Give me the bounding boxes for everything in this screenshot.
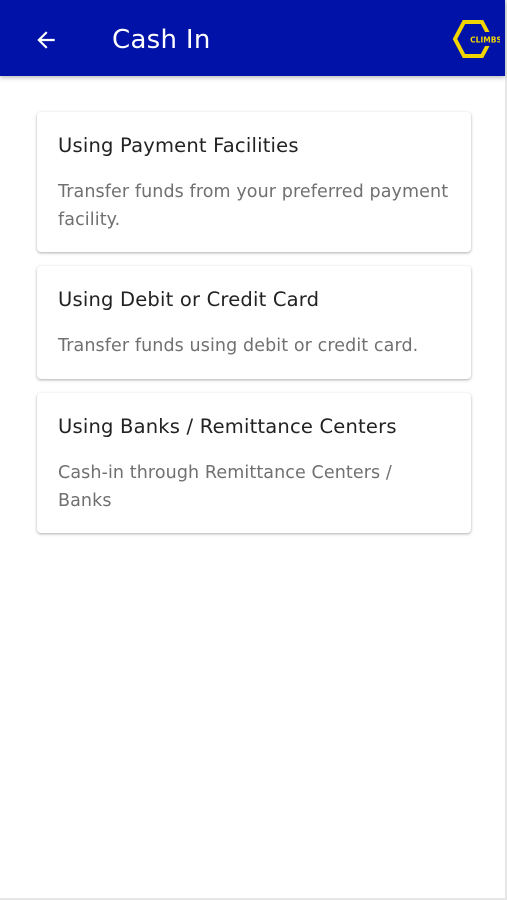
option-description: Transfer funds from your preferred payme…	[58, 182, 449, 230]
option-description: Transfer funds using debit or credit car…	[58, 336, 419, 356]
app-bar: Cash In CLIMBS	[0, 0, 505, 76]
svg-text:CLIMBS: CLIMBS	[470, 36, 500, 45]
app-screen: Cash In CLIMBS Using Payment Facilities …	[0, 0, 507, 900]
back-button[interactable]	[28, 22, 64, 58]
climbs-logo: CLIMBS	[452, 20, 500, 58]
arrow-left-icon	[37, 31, 55, 49]
cash-in-options: Using Payment Facilities Transfer funds …	[37, 112, 471, 547]
option-title: Using Payment Facilities	[58, 134, 299, 157]
option-debit-credit-card[interactable]: Using Debit or Credit Card Transfer fund…	[37, 266, 471, 379]
option-title: Using Banks / Remittance Centers	[58, 415, 397, 438]
option-title: Using Debit or Credit Card	[58, 288, 320, 311]
option-description: Cash-in through Remittance Centers / Ban…	[58, 463, 392, 511]
page-title: Cash In	[112, 25, 211, 55]
option-payment-facilities[interactable]: Using Payment Facilities Transfer funds …	[37, 112, 471, 252]
option-banks-remittance[interactable]: Using Banks / Remittance Centers Cash-in…	[37, 393, 471, 533]
